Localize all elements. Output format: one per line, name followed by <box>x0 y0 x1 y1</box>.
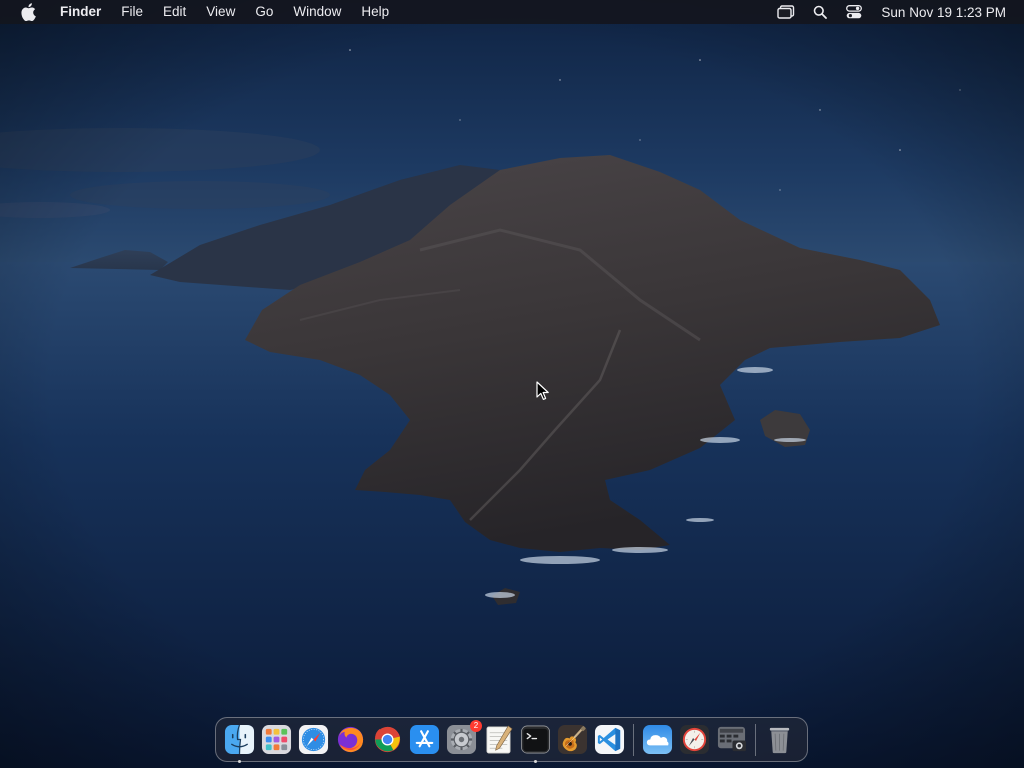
control-center-icon[interactable] <box>843 0 865 24</box>
dock-separator <box>633 723 634 756</box>
menu-bar-left: Finder File Edit View Go Window Help <box>0 0 399 24</box>
vscode-icon <box>594 724 625 755</box>
dock-item-firefox[interactable] <box>334 723 367 756</box>
running-indicator <box>534 760 537 763</box>
dock-item-launchpad[interactable] <box>260 723 293 756</box>
trash-icon <box>769 727 790 754</box>
spotlight-search-icon[interactable] <box>809 0 831 24</box>
dock-item-safari[interactable] <box>297 723 330 756</box>
dock-item-textedit[interactable] <box>482 723 515 756</box>
notification-badge: 2 <box>470 720 482 732</box>
textedit-icon <box>486 725 513 754</box>
screen-mirroring-icon[interactable] <box>775 0 797 24</box>
dock-item-instruments[interactable] <box>556 723 589 756</box>
dock-item-screenshot[interactable] <box>715 723 748 756</box>
guitar-icon <box>557 724 588 755</box>
dock-item-terminal[interactable] <box>519 723 552 763</box>
menu-bar-right: Sun Nov 19 1:23 PM <box>769 0 1024 24</box>
menu-edit[interactable]: Edit <box>153 0 196 24</box>
menu-window[interactable]: Window <box>283 0 351 24</box>
apple-logo-icon[interactable] <box>14 0 42 24</box>
weather-icon <box>642 724 673 755</box>
dock-item-vscode[interactable] <box>593 723 626 756</box>
terminal-icon <box>521 725 550 754</box>
menu-bar: Finder File Edit View Go Window Help Sun… <box>0 0 1024 24</box>
screenshot-icon <box>717 726 747 752</box>
dock-item-chrome[interactable] <box>371 723 404 756</box>
menu-help[interactable]: Help <box>351 0 399 24</box>
dock-item-app-store[interactable] <box>408 723 441 756</box>
dock-item-trash[interactable] <box>763 723 796 756</box>
desktop-wallpaper <box>0 0 1024 768</box>
firefox-icon <box>337 726 364 753</box>
running-indicator <box>238 760 241 763</box>
compass-icon <box>679 724 710 755</box>
safari-icon <box>298 724 329 755</box>
dock: 2 <box>215 717 808 763</box>
menu-app-name[interactable]: Finder <box>50 0 111 24</box>
dock-item-finder[interactable] <box>223 723 256 763</box>
app-store-icon <box>409 724 440 755</box>
menu-file[interactable]: File <box>111 0 153 24</box>
launchpad-icon <box>261 724 292 755</box>
chrome-icon <box>374 726 401 753</box>
menu-bar-clock[interactable]: Sun Nov 19 1:23 PM <box>881 5 1006 20</box>
menu-view[interactable]: View <box>196 0 245 24</box>
dock-item-system-preferences[interactable]: 2 <box>445 720 482 756</box>
menu-go[interactable]: Go <box>245 0 283 24</box>
dock-item-compass[interactable] <box>678 723 711 756</box>
finder-icon <box>224 724 255 755</box>
mouse-pointer-icon <box>536 381 550 406</box>
dock-separator <box>755 723 756 756</box>
dock-item-weather[interactable] <box>641 723 674 756</box>
